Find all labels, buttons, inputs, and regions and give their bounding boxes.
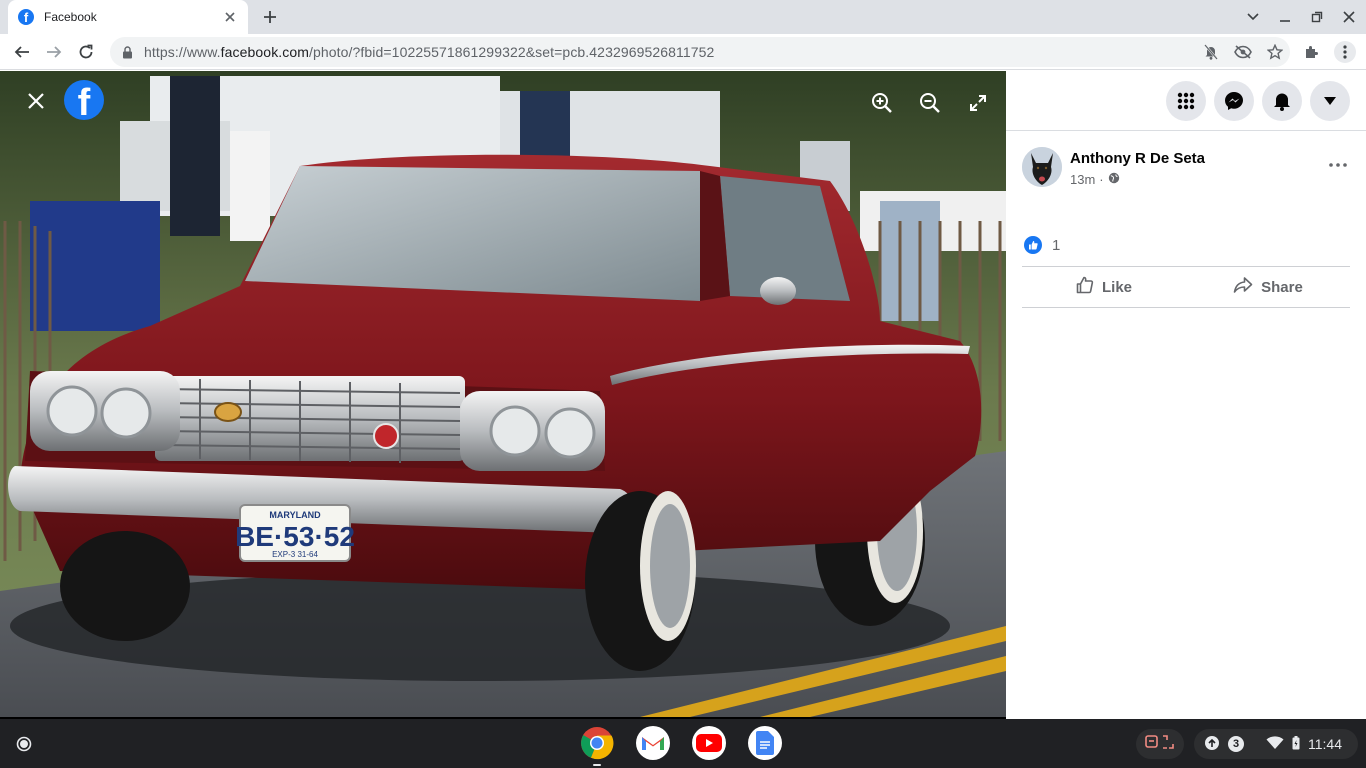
fullscreen-icon[interactable] <box>966 91 990 115</box>
account-dropdown-icon[interactable] <box>1310 80 1350 121</box>
address-bar[interactable]: https://www.facebook.com/photo/?fbid=102… <box>110 37 1290 67</box>
back-icon[interactable] <box>8 38 36 66</box>
url-text: https://www.facebook.com/photo/?fbid=102… <box>144 44 715 60</box>
pinned-apps <box>580 726 782 766</box>
gmail-app-icon[interactable] <box>636 726 670 760</box>
notifications-blocked-icon[interactable] <box>1202 43 1220 61</box>
zoom-out-icon[interactable] <box>918 91 942 115</box>
clock: 11:44 <box>1308 736 1342 752</box>
post-actions: Like Share <box>1022 266 1350 308</box>
window-controls <box>1242 4 1360 30</box>
share-label: Share <box>1261 278 1303 296</box>
minimize-icon[interactable] <box>1274 6 1296 28</box>
docs-app-icon[interactable] <box>748 726 782 760</box>
close-window-icon[interactable] <box>1338 6 1360 28</box>
post-header: Anthony R De Seta 13m · <box>1022 147 1205 187</box>
like-button[interactable]: Like <box>1022 267 1186 307</box>
share-arrow-icon <box>1233 276 1253 298</box>
tab-search-icon[interactable] <box>1242 6 1264 28</box>
zoom-in-icon[interactable] <box>870 91 894 115</box>
plate-number: BE·53·52 <box>235 521 355 552</box>
status-tray[interactable]: 3 11:44 <box>1194 729 1358 759</box>
avatar[interactable] <box>1022 147 1062 187</box>
like-label: Like <box>1101 278 1132 296</box>
chrome-app-icon[interactable] <box>580 726 614 766</box>
facebook-favicon-icon: f <box>18 9 34 25</box>
omnibox-icons <box>1202 43 1284 61</box>
wifi-icon <box>1266 735 1284 753</box>
facebook-logo-icon[interactable]: f <box>64 80 104 120</box>
post-meta: 13m · <box>1070 172 1205 187</box>
plate-state: MARYLAND <box>269 510 321 520</box>
browser-menu-icon[interactable] <box>1334 41 1356 63</box>
like-reaction-icon <box>1024 236 1042 254</box>
upload-icon <box>1204 735 1220 754</box>
reload-icon[interactable] <box>72 38 100 66</box>
forward-icon[interactable] <box>40 38 68 66</box>
running-indicator <box>593 764 601 766</box>
tab-title: Facebook <box>44 10 97 24</box>
photo-viewer: MARYLAND BE·53·52 EXP-3 31-64 f <box>0 71 1006 719</box>
menu-grid-icon[interactable] <box>1166 80 1206 121</box>
holding-space-tray[interactable] <box>1136 729 1184 759</box>
battery-icon <box>1292 735 1300 753</box>
post-panel: Anthony R De Seta 13m · 1 Like Share <box>1006 71 1366 719</box>
more-options-icon[interactable] <box>1326 157 1350 173</box>
reaction-count: 1 <box>1052 236 1061 254</box>
notification-count: 3 <box>1228 736 1244 752</box>
bookmark-star-icon[interactable] <box>1266 43 1284 61</box>
screen-capture-icon <box>1145 734 1175 755</box>
meta-separator: · <box>1099 172 1104 187</box>
os-shelf: 3 11:44 <box>0 719 1366 768</box>
public-globe-icon[interactable] <box>1108 172 1120 187</box>
messenger-icon[interactable] <box>1214 80 1254 121</box>
browser-toolbar: https://www.facebook.com/photo/?fbid=102… <box>0 34 1366 70</box>
tracking-blocked-eye-icon[interactable] <box>1234 43 1252 61</box>
new-tab-icon[interactable] <box>258 5 282 29</box>
close-tab-icon[interactable] <box>222 9 238 25</box>
post-time[interactable]: 13m <box>1070 172 1095 187</box>
extensions-puzzle-icon[interactable] <box>1302 42 1322 62</box>
notifications-bell-icon[interactable] <box>1262 80 1302 121</box>
thumbs-up-icon <box>1076 276 1094 298</box>
tab-strip: f Facebook <box>0 0 1366 34</box>
browser-tab[interactable]: f Facebook <box>8 0 248 34</box>
share-button[interactable]: Share <box>1186 267 1350 307</box>
lock-icon[interactable] <box>120 45 134 59</box>
viewer-tools <box>870 91 990 115</box>
restore-icon[interactable] <box>1306 6 1328 28</box>
reactions-summary[interactable]: 1 <box>1024 236 1060 254</box>
launcher-icon[interactable] <box>12 732 36 756</box>
car-photo: MARYLAND BE·53·52 EXP-3 31-64 <box>0 71 1006 717</box>
close-viewer-icon[interactable] <box>22 87 50 115</box>
author-block: Anthony R De Seta 13m · <box>1070 147 1205 187</box>
youtube-app-icon[interactable] <box>692 726 726 760</box>
panel-header <box>1006 71 1366 131</box>
author-name[interactable]: Anthony R De Seta <box>1070 150 1205 167</box>
plate-expiry: EXP-3 31-64 <box>272 550 318 559</box>
